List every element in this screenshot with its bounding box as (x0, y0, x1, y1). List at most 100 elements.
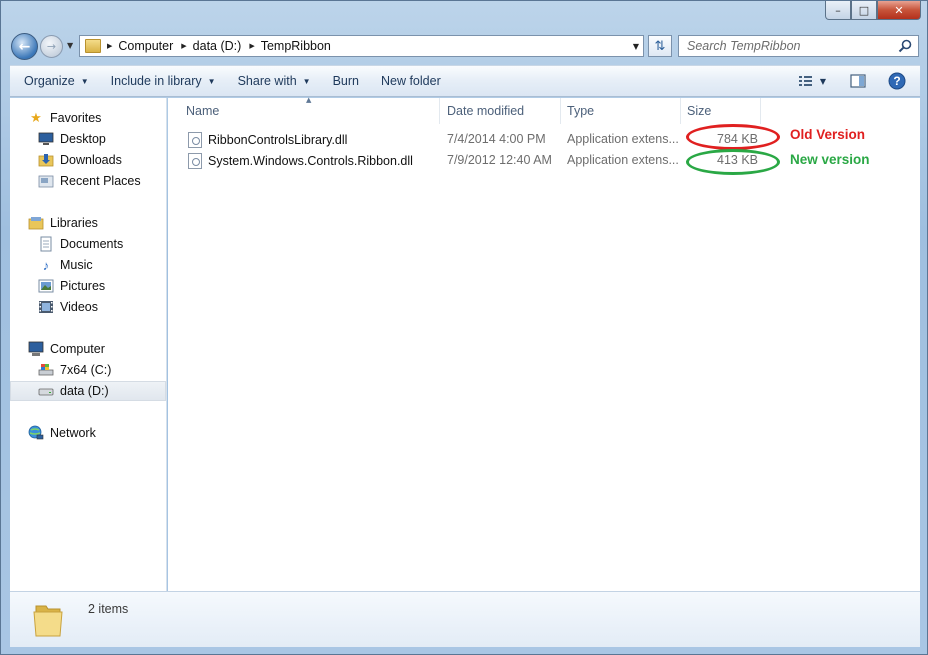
breadcrumb-tempribbon[interactable]: TempRibbon (261, 39, 331, 53)
svg-text:?: ? (893, 74, 900, 88)
star-icon: ★ (30, 110, 42, 125)
nav-item-label: Recent Places (60, 174, 141, 188)
preview-pane-button[interactable] (850, 73, 866, 89)
toolbar-right: ▼ ? (792, 72, 920, 90)
views-icon (798, 76, 812, 86)
organize-button[interactable]: Organize ▼ (16, 66, 97, 96)
preview-pane-icon (850, 74, 866, 88)
column-header-type[interactable]: Type (561, 98, 681, 124)
nav-item-drive-c[interactable]: 7x64 (C:) (38, 360, 111, 380)
nav-item-desktop[interactable]: Desktop (38, 129, 106, 149)
nav-favorites-label: Favorites (50, 111, 102, 125)
breadcrumb-computer[interactable]: Computer (118, 39, 173, 53)
nav-item-downloads[interactable]: Downloads (38, 150, 122, 170)
forward-button[interactable]: → (40, 35, 63, 58)
chevron-right-icon[interactable]: ▶ (181, 42, 186, 50)
column-header-size[interactable]: Size (681, 98, 761, 124)
command-bar: Organize ▼ Include in library ▼ Share wi… (10, 65, 920, 97)
nav-libraries[interactable]: Libraries (28, 213, 98, 233)
drive-icon (38, 383, 54, 399)
close-button[interactable]: ✕ (877, 1, 921, 20)
column-header-name[interactable]: Name (180, 98, 440, 124)
details-pane: 2 items (10, 591, 920, 647)
file-name: System.Windows.Controls.Ribbon.dll (208, 154, 413, 168)
network-icon (28, 425, 44, 441)
status-item-count: 2 items (88, 602, 129, 616)
nav-network-label: Network (50, 426, 96, 440)
nav-favorites[interactable]: ★ Favorites (28, 108, 101, 128)
minimize-button[interactable]: – (825, 1, 851, 20)
file-type: Application extens... (567, 153, 679, 167)
share-with-label: Share with (237, 74, 297, 88)
maximize-icon: □ (858, 3, 870, 17)
nav-item-pictures[interactable]: Pictures (38, 276, 105, 296)
search-input[interactable] (687, 39, 887, 53)
desktop-icon (38, 131, 54, 147)
file-name-cell[interactable]: System.Windows.Controls.Ribbon.dll (188, 153, 413, 169)
address-dropdown-icon[interactable]: ▼ (633, 42, 639, 51)
computer-icon (28, 341, 44, 357)
nav-computer[interactable]: Computer (28, 339, 105, 359)
recent-pages-dropdown[interactable]: ▼ (67, 41, 73, 50)
chevron-down-icon: ▼ (302, 76, 311, 86)
nav-item-videos[interactable]: Videos (38, 297, 98, 317)
documents-icon (38, 236, 54, 252)
nav-item-music[interactable]: ♪ Music (38, 255, 93, 275)
file-date: 7/4/2014 4:00 PM (447, 132, 546, 146)
new-folder-label: New folder (380, 74, 441, 88)
search-box[interactable] (678, 35, 919, 57)
nav-item-documents[interactable]: Documents (38, 234, 123, 254)
column-header-label: Type (567, 104, 595, 118)
column-header-label: Size (687, 104, 712, 118)
include-in-library-button[interactable]: Include in library ▼ (103, 66, 224, 96)
breadcrumb-data-d[interactable]: data (D:) (193, 39, 242, 53)
nav-item-recent-places[interactable]: Recent Places (38, 171, 141, 191)
chevron-down-icon: ▼ (80, 76, 89, 86)
minimize-icon: – (835, 3, 841, 17)
file-date: 7/9/2012 12:40 AM (447, 153, 552, 167)
views-button[interactable]: ▼ (798, 74, 826, 88)
downloads-folder-icon (38, 152, 54, 168)
dll-file-icon (188, 153, 202, 169)
new-folder-button[interactable]: New folder (373, 66, 449, 96)
system-drive-icon (38, 362, 54, 378)
old-version-label: Old Version (790, 127, 866, 142)
recent-places-icon (38, 173, 54, 189)
nav-network[interactable]: Network (28, 423, 96, 443)
chevron-down-icon: ▼ (819, 76, 826, 86)
old-version-highlight (686, 124, 780, 150)
pictures-icon (38, 278, 54, 294)
chevron-right-icon[interactable]: ▶ (107, 42, 112, 50)
caption-buttons: – □ ✕ (825, 1, 921, 20)
music-icon: ♪ (42, 257, 50, 273)
folder-icon (85, 39, 101, 53)
explorer-window: – □ ✕ ← → ▼ ▶ Computer ▶ data (D:) ▶ Tem… (0, 0, 928, 655)
maximize-button[interactable]: □ (851, 1, 877, 20)
file-name-cell[interactable]: RibbonControlsLibrary.dll (188, 132, 347, 148)
nav-item-label: 7x64 (C:) (60, 363, 112, 377)
refresh-button[interactable]: ⇅ (648, 35, 672, 57)
refresh-icon: ⇅ (654, 38, 666, 54)
forward-arrow-icon: → (46, 40, 57, 53)
nav-item-drive-d[interactable]: data (D:) (10, 381, 166, 401)
nav-item-label: Documents (60, 237, 124, 251)
chevron-right-icon[interactable]: ▶ (249, 42, 254, 50)
file-name: RibbonControlsLibrary.dll (208, 133, 348, 147)
dll-file-icon (188, 132, 202, 148)
file-type: Application extens... (567, 132, 679, 146)
new-version-label: New version (790, 152, 870, 167)
search-icon[interactable] (898, 39, 912, 53)
share-with-button[interactable]: Share with ▼ (230, 66, 319, 96)
column-header-label: Date modified (447, 104, 525, 118)
burn-button[interactable]: Burn (325, 66, 367, 96)
column-header-date-modified[interactable]: Date modified (441, 98, 561, 124)
help-button[interactable]: ? (888, 72, 906, 90)
new-version-highlight (686, 149, 780, 175)
nav-item-label: Videos (60, 300, 98, 314)
back-button[interactable]: ← (11, 33, 38, 60)
chevron-down-icon: ▼ (207, 76, 216, 86)
nav-item-label: Music (60, 258, 93, 272)
nav-item-label: Pictures (60, 279, 106, 293)
address-bar[interactable]: ▶ Computer ▶ data (D:) ▶ TempRibbon ▼ (79, 35, 644, 57)
navigation-pane: ★ Favorites Desktop Downloads Recent Pla… (10, 98, 167, 591)
